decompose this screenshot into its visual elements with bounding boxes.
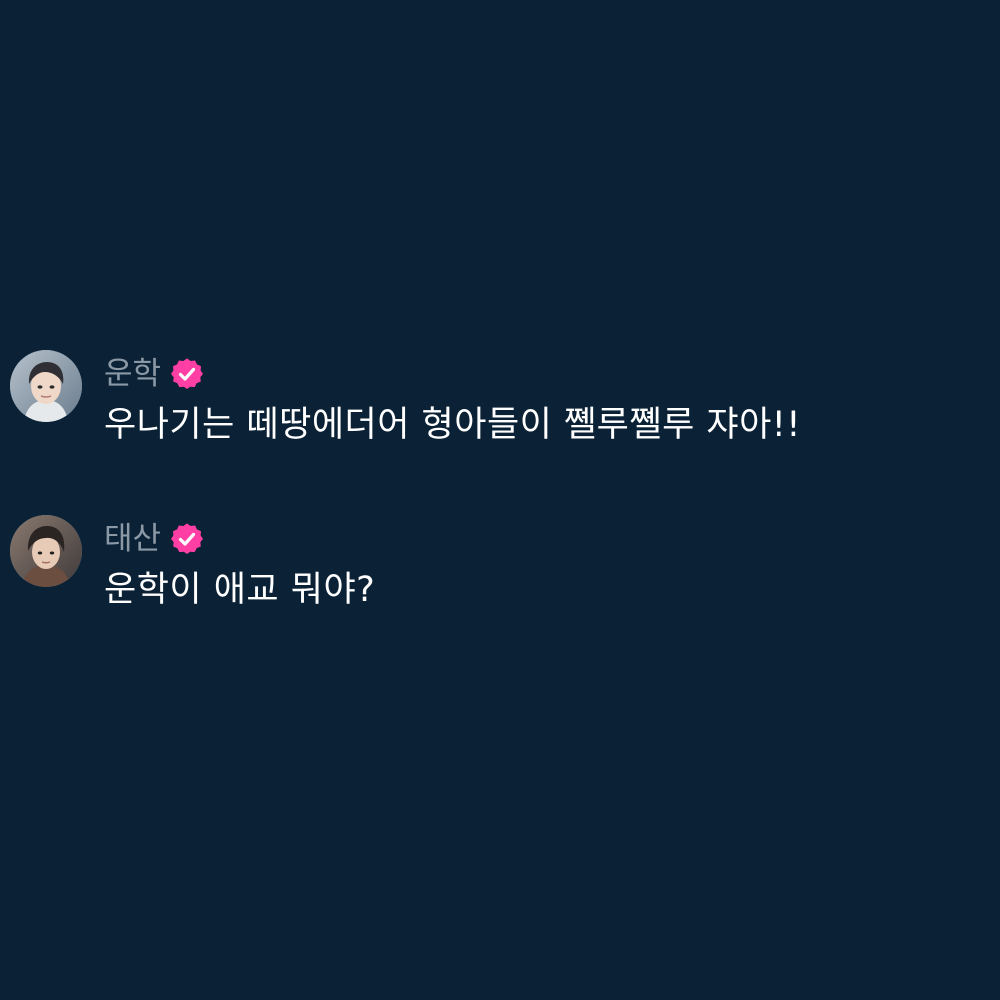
comment-text: 우나기는 떼땅에더어 형아들이 쪨루쪨루 쟈아!! [104,405,801,445]
author-name[interactable]: 태산 [104,519,161,559]
comment-text: 운학이 애교 뭐야? [104,570,376,610]
avatar[interactable] [10,515,82,587]
comment-item: 운학 우나기는 떼땅에더어 형아들이 쪨루쪨루 쟈아!! [10,350,990,460]
author-row: 태산 [104,519,204,559]
avatar-icon [10,350,82,422]
verified-badge-icon [171,358,204,390]
verified-badge-icon [171,523,204,555]
avatar[interactable] [10,350,82,422]
author-row: 운학 [104,354,204,394]
avatar-icon [10,515,82,587]
comment-item: 태산 운학이 애교 뭐야? [10,515,990,625]
author-name[interactable]: 운학 [104,354,161,394]
comment-thread: 운학 우나기는 떼땅에더어 형아들이 쪨루쪨루 쟈아!! 태산 운학이 애교 뭐… [0,0,1000,1000]
